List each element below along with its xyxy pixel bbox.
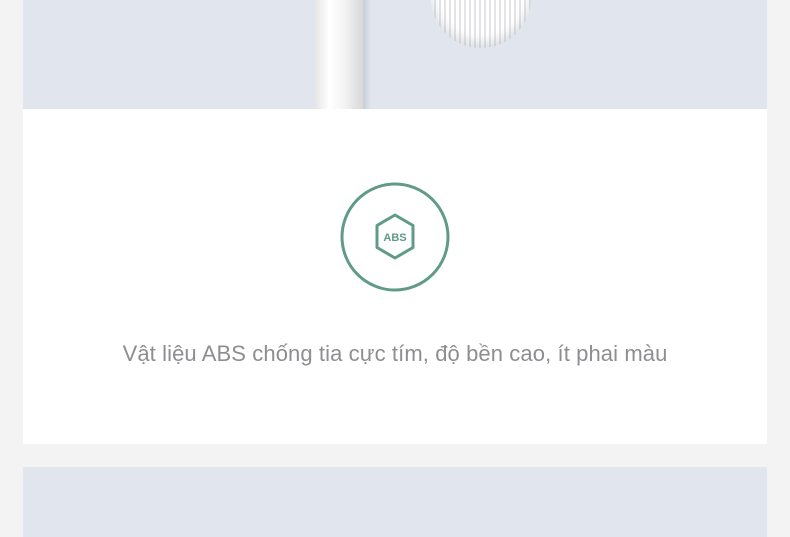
- feature-caption: Vật liệu ABS chống tia cực tím, độ bền c…: [122, 341, 668, 366]
- product-detail-page: ABS Vật liệu ABS chống tia cực tím, độ b…: [0, 0, 790, 537]
- abs-hexagon-icon: ABS: [340, 182, 450, 292]
- fan-product-image: [23, 0, 767, 109]
- fan-pole-shadow: [363, 0, 371, 109]
- fan-motor-housing: [431, 0, 531, 48]
- feature-card: ABS Vật liệu ABS chống tia cực tím, độ b…: [23, 109, 767, 444]
- next-section-image: [23, 467, 767, 537]
- fan-pole: [315, 0, 363, 109]
- abs-icon-label: ABS: [383, 232, 406, 244]
